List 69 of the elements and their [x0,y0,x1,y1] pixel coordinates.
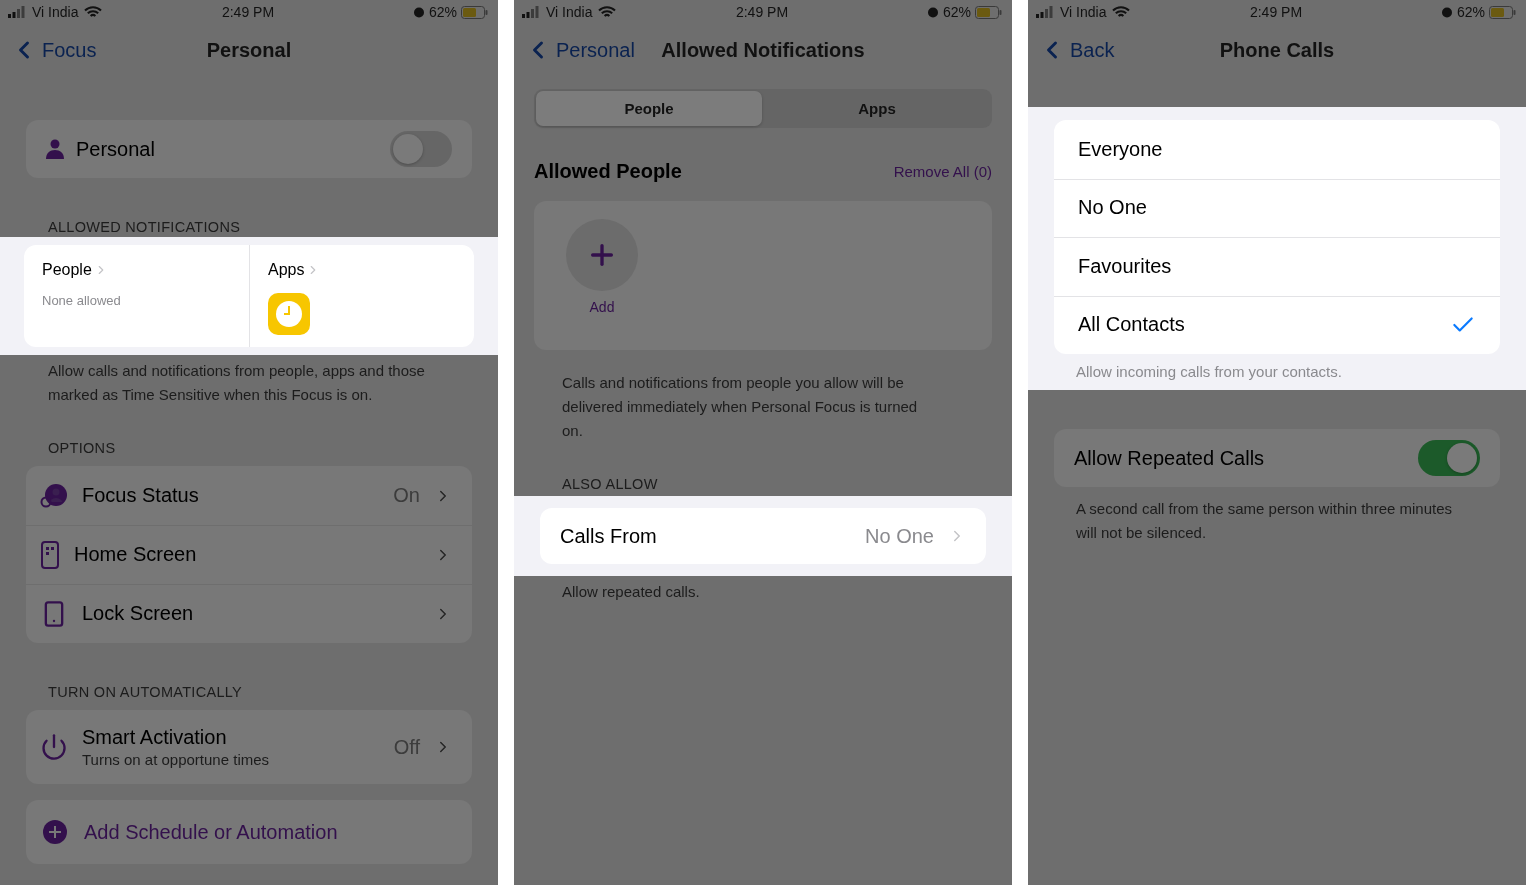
carrier-text: Vi India [32,4,79,20]
row-value: Off [393,735,420,759]
battery-icon [461,5,488,19]
segment-tab[interactable]: Apps [764,91,990,126]
screen-title: Personal [206,38,292,62]
person-badge-icon [40,482,68,509]
choice-option[interactable]: No One [1054,178,1500,237]
back-button[interactable]: Personal [524,36,635,64]
person-icon [46,139,64,159]
section-header: TURN ON AUTOMATICALLY [47,683,244,701]
section-header: ALSO ALLOW [561,475,659,493]
segment-tab[interactable]: People [536,91,762,126]
back-button[interactable]: Back [1038,36,1115,64]
choice-option[interactable]: Favourites [1054,237,1500,296]
section-footer: Allow repeated calls. [514,576,1012,604]
row-label: Focus Status [82,484,199,507]
power-icon [40,733,68,761]
clock-app-icon[interactable] [268,293,310,335]
tile-link[interactable]: People [42,261,108,279]
tile-link[interactable]: Apps [268,261,321,279]
row-label: Calls From [560,524,657,548]
add-schedule-button[interactable]: Add Schedule or Automation [26,800,472,864]
wifi-icon [1112,5,1131,19]
battery-icon [1489,5,1516,19]
signal-icon [1036,6,1054,18]
status-time: 2:49 PM [1249,4,1303,20]
settings-row[interactable]: Home Screen [26,525,472,584]
toggle-switch[interactable] [390,131,452,167]
toggle-label: Personal [76,137,155,161]
wifi-icon [598,5,617,19]
row-label: Smart Activation [82,726,228,749]
section-header: OPTIONS [47,439,117,457]
row-value: On [393,484,420,507]
wifi-icon [84,5,103,19]
row-value: No One [865,524,934,548]
section-footer: Calls and notifications from people you allow will be delivered immediately when Personal Focus is turned on. [514,367,1012,443]
settings-row[interactable]: Focus Status On [26,466,472,525]
section-footer: A second call from the same person within three minutes will not be silenced. [1028,493,1526,545]
screen-title: Allowed Notifications [661,38,865,62]
row-subtitle: Turns on at opportune times [82,751,270,768]
toggle-switch[interactable] [1418,440,1480,476]
toggle-label: Allow Repeated Calls [1074,446,1265,470]
battery-percent: 62% [428,4,457,20]
add-label: Add [588,299,616,315]
row-label: Lock Screen [82,602,194,625]
signal-icon [8,6,26,18]
phone-grid-icon [40,540,60,569]
battery-icon [975,5,1002,19]
section-title: Allowed People [534,159,682,183]
battery-percent: 62% [942,4,971,20]
choice-option[interactable]: All Contacts [1054,295,1500,354]
settings-row[interactable]: Lock Screen [26,584,472,643]
section-header: ALLOWED NOTIFICATIONS [47,218,242,236]
row-label: Home Screen [74,543,197,566]
tile-subtitle: None allowed [42,293,121,308]
choice-option[interactable]: Everyone [1054,120,1500,179]
battery-percent: 62% [1456,4,1485,20]
back-button[interactable]: Focus [10,36,97,64]
status-time: 2:49 PM [221,4,275,20]
plus-circle-icon [42,819,68,845]
remove-all-link[interactable]: Remove All (0) [893,162,992,180]
signal-icon [522,6,540,18]
carrier-text: Vi India [1060,4,1107,20]
carrier-text: Vi India [546,4,593,20]
status-time: 2:49 PM [735,4,789,20]
screen-title: Phone Calls [1219,38,1335,62]
settings-row[interactable]: Calls From No One [540,508,986,564]
section-footer: Allow incoming calls from your contacts. [1028,356,1526,384]
section-footer: Allow calls and notifications from people, apps and those marked as Time Sensitive when this Focus is on. [0,355,498,407]
